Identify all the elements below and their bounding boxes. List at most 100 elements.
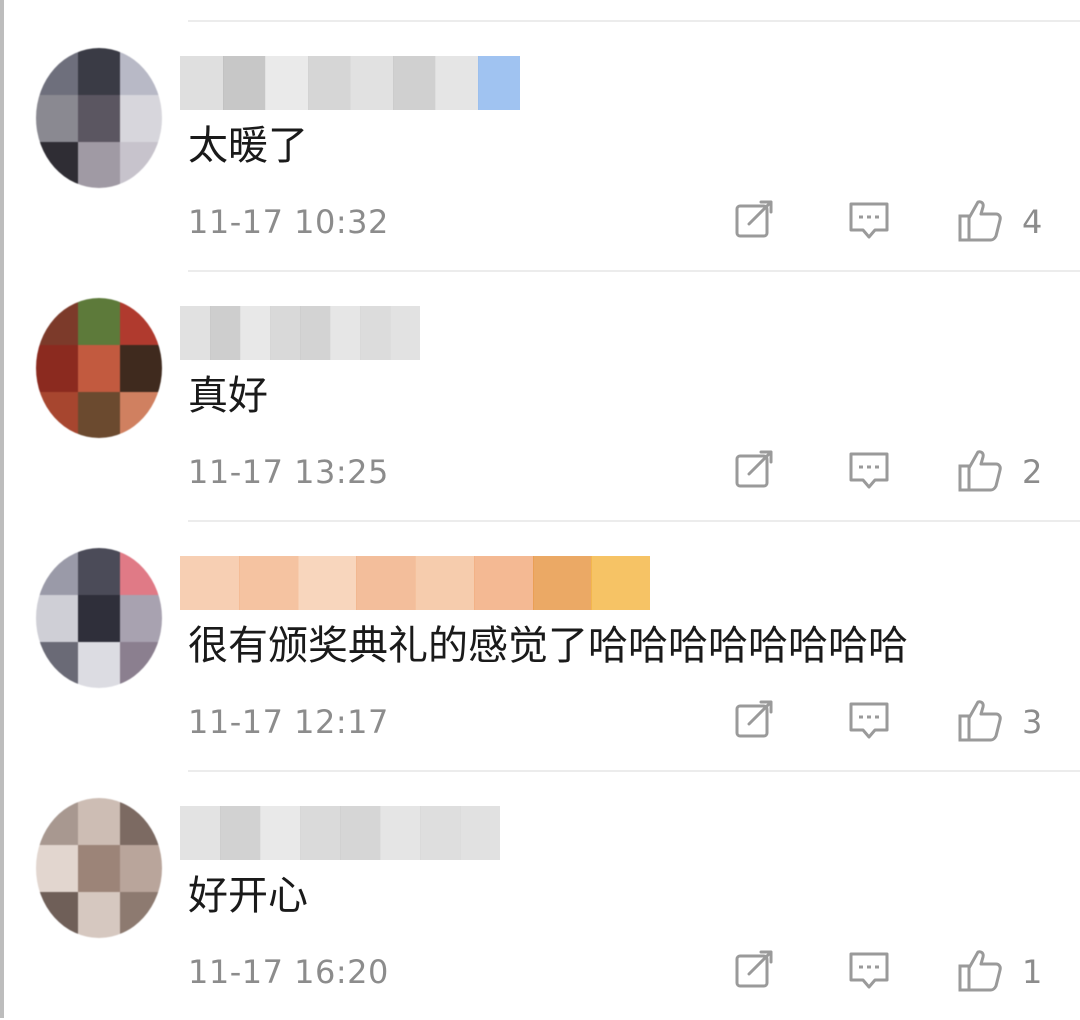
username-pixel [297, 556, 358, 610]
username-pixel [180, 56, 224, 110]
avatar-pixel [36, 95, 78, 142]
comment-timestamp: 11-17 13:25 [188, 453, 389, 491]
forward-button[interactable] [731, 696, 779, 744]
reply-button[interactable] [845, 696, 893, 744]
avatar-pixel [120, 392, 162, 438]
avatar-pixel [36, 845, 78, 892]
avatar-pixel [120, 142, 162, 188]
share-edit-icon [735, 950, 773, 988]
avatar[interactable] [36, 48, 162, 188]
username-pixel [591, 556, 650, 610]
avatar-pixel [78, 48, 120, 95]
avatar[interactable] [36, 548, 162, 688]
avatar-pixel [78, 892, 120, 938]
username-blurred[interactable] [180, 806, 500, 860]
comment-item: 很有颁奖典礼的感觉了哈哈哈哈哈哈哈哈 11-17 12:17 3 [0, 520, 1080, 770]
username-pixel [260, 806, 301, 860]
avatar-pixel [78, 642, 120, 688]
username-pixel [350, 56, 394, 110]
username-pixel [307, 56, 351, 110]
avatar-pixel [36, 595, 78, 642]
username-pixel [180, 806, 221, 860]
forward-button[interactable] [731, 446, 779, 494]
username-blurred[interactable] [180, 56, 520, 110]
username-pixel [222, 56, 266, 110]
avatar-pixel [78, 392, 120, 438]
comment-item: 太暖了 11-17 10:32 4 [0, 20, 1080, 270]
avatar-pixel [36, 642, 78, 688]
like-button[interactable] [956, 696, 1004, 744]
avatar-pixel [36, 548, 78, 595]
like-button[interactable] [956, 946, 1004, 994]
avatar-pixel [78, 595, 120, 642]
username-pixel [356, 556, 416, 610]
avatar-pixel [78, 142, 120, 188]
avatar-pixel [120, 642, 162, 688]
username-pixel [380, 806, 421, 860]
share-edit-icon [735, 700, 773, 738]
avatar-pixel [36, 298, 78, 345]
username-pixel [435, 56, 479, 110]
comment-text: 好开心 [188, 873, 308, 919]
username-pixel [240, 306, 271, 360]
username-pixel [390, 306, 420, 360]
avatar-pixel [78, 798, 120, 845]
avatar-pixel [36, 892, 78, 938]
thumbs-up-icon [958, 200, 1002, 242]
reply-button[interactable] [845, 446, 893, 494]
username-pixel [473, 556, 534, 610]
avatar-pixel [120, 298, 162, 345]
thumbs-up-icon [958, 950, 1002, 992]
divider [188, 270, 1080, 272]
username-blurred[interactable] [180, 306, 420, 360]
reply-button[interactable] [845, 946, 893, 994]
avatar-pixel [120, 95, 162, 142]
username-pixel [415, 556, 475, 610]
avatar-pixel [36, 345, 78, 392]
comment-item: 真好 11-17 13:25 2 [0, 270, 1080, 520]
username-pixel [180, 306, 211, 360]
username-blurred[interactable] [180, 556, 650, 610]
reply-button[interactable] [845, 196, 893, 244]
like-button[interactable] [956, 196, 1004, 244]
comment-text: 太暖了 [188, 123, 308, 169]
comment-bubble-icon [849, 202, 889, 239]
avatar[interactable] [36, 798, 162, 938]
comment-bubble-icon [849, 452, 889, 489]
like-button[interactable] [956, 446, 1004, 494]
avatar-pixel [120, 595, 162, 642]
username-pixel [420, 806, 461, 860]
like-count: 2 [1022, 453, 1043, 491]
avatar-pixel [120, 892, 162, 938]
share-edit-icon [735, 200, 773, 238]
like-count: 3 [1022, 703, 1043, 741]
divider [188, 520, 1080, 522]
username-pixel [477, 56, 520, 110]
username-pixel [270, 306, 301, 360]
username-pixel [330, 306, 361, 360]
username-pixel [460, 806, 500, 860]
avatar-pixel [120, 548, 162, 595]
username-pixel [340, 806, 381, 860]
forward-button[interactable] [731, 946, 779, 994]
username-pixel [210, 306, 241, 360]
avatar-pixel [78, 95, 120, 142]
avatar-pixel [78, 548, 120, 595]
username-pixel [532, 556, 593, 610]
avatar-pixel [36, 798, 78, 845]
share-edit-icon [735, 450, 773, 488]
forward-button[interactable] [731, 196, 779, 244]
username-pixel [300, 306, 331, 360]
comment-timestamp: 11-17 16:20 [188, 953, 389, 991]
avatar-pixel [120, 48, 162, 95]
comment-timestamp: 11-17 10:32 [188, 203, 389, 241]
comment-bubble-icon [849, 952, 889, 989]
avatar-pixel [120, 798, 162, 845]
comment-item: 好开心 11-17 16:20 1 [0, 770, 1080, 1020]
avatar-pixel [36, 392, 78, 438]
comment-bubble-icon [849, 702, 889, 739]
username-pixel [265, 56, 309, 110]
username-pixel [238, 556, 299, 610]
avatar[interactable] [36, 298, 162, 438]
comment-text: 真好 [188, 373, 268, 419]
